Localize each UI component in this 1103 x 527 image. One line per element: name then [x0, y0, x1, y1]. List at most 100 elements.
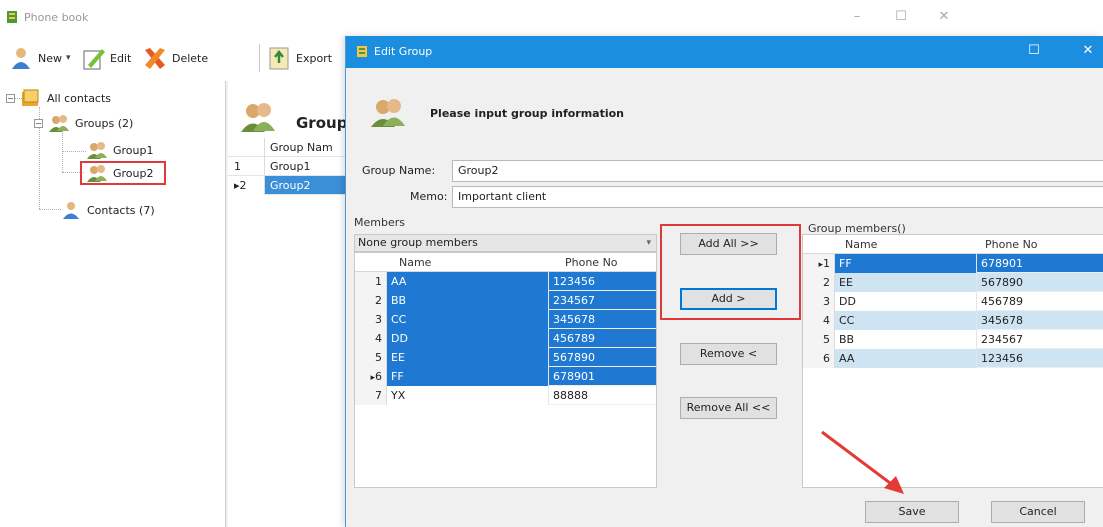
tree-node-group1[interactable]: Group1	[86, 140, 154, 160]
delete-icon	[145, 48, 165, 69]
members-filter-value: None group members	[358, 236, 478, 249]
row-index: ▸6	[355, 367, 387, 386]
phone-cell: 678901	[977, 254, 1103, 273]
group-name-cell: Group2	[270, 179, 311, 192]
maximize-button[interactable]: ☐	[887, 8, 915, 26]
phone-cell: 88888	[549, 386, 656, 405]
edit-icon	[83, 49, 105, 70]
phone-cell: 345678	[549, 310, 656, 329]
save-button[interactable]: Save	[865, 501, 959, 523]
row-index-text: 6	[823, 352, 830, 365]
red-arrow-annotation	[821, 430, 904, 494]
name-cell: EE	[835, 273, 977, 292]
name-cell: AA	[835, 349, 977, 368]
name-cell: FF	[387, 367, 549, 386]
dialog-titlebar: Edit Group ☐ ✕	[346, 36, 1103, 68]
panel-title: Group	[296, 114, 348, 132]
delete-button[interactable]: Delete	[142, 42, 208, 74]
name-cell: CC	[835, 311, 977, 330]
group-icon	[87, 142, 107, 159]
row-index: 3	[803, 292, 835, 311]
tree-node-groups[interactable]: − Groups (2)	[34, 113, 133, 133]
column-header-name: Name	[399, 256, 432, 269]
app-icon	[7, 11, 17, 23]
table-row[interactable]: 4 DD 456789	[355, 329, 656, 348]
column-header-group-name: Group Nam	[270, 141, 333, 154]
row-index-text: 1	[823, 257, 830, 270]
row-index: ▸1	[803, 254, 835, 273]
toolbar-separator	[259, 44, 260, 72]
tree-label-all-contacts: All contacts	[47, 91, 112, 105]
delete-button-label: Delete	[172, 51, 209, 65]
table-row[interactable]: 2 EE 567890	[803, 273, 1103, 292]
contacts-book-icon	[22, 89, 39, 106]
row-index-text: 7	[375, 389, 382, 402]
group-large-icon	[371, 99, 405, 127]
name-cell: DD	[387, 329, 549, 348]
group-name-input[interactable]: Group2	[452, 160, 1103, 182]
edit-button-label: Edit	[110, 51, 132, 65]
group-name-label: Group Name:	[362, 164, 436, 177]
column-header-phone: Phone No	[985, 238, 1038, 251]
group-icon	[49, 115, 69, 132]
name-cell: YX	[387, 386, 549, 405]
table-row[interactable]: 6 AA 123456	[803, 349, 1103, 368]
table-row[interactable]: 3 DD 456789	[803, 292, 1103, 311]
dialog-close-button[interactable]: ✕	[1076, 43, 1100, 58]
row-index: 1	[228, 157, 265, 176]
name-cell: BB	[835, 330, 977, 349]
row-index-text: 6	[375, 370, 382, 383]
name-cell: AA	[387, 272, 549, 291]
row-index-text: 4	[823, 314, 830, 327]
collapse-icon[interactable]: −	[6, 93, 15, 103]
new-button[interactable]: New ▾	[8, 42, 71, 74]
phone-cell: 456789	[977, 292, 1103, 311]
contacts-tree: − All contacts − Groups (2) Group1 Group…	[0, 81, 226, 527]
row-index-text: 2	[375, 294, 382, 307]
row-index: 4	[355, 329, 387, 348]
table-row[interactable]: 1 Group1	[228, 157, 345, 176]
table-row-selected[interactable]: ▸2 Group2	[228, 176, 345, 195]
phone-cell: 123456	[549, 272, 656, 291]
cancel-button[interactable]: Cancel	[991, 501, 1085, 523]
row-index: 1	[355, 272, 387, 291]
remove-button[interactable]: Remove <	[680, 343, 777, 365]
group-grid-header: Group Nam	[228, 138, 345, 157]
close-button[interactable]: ✕	[930, 8, 958, 26]
export-icon	[269, 47, 289, 70]
row-index: 2	[355, 291, 387, 310]
table-row[interactable]: ▸1 FF 678901	[803, 254, 1103, 273]
dialog-maximize-button[interactable]: ☐	[1022, 43, 1046, 58]
table-row[interactable]: 4 CC 345678	[803, 311, 1103, 330]
export-button[interactable]: Export	[266, 42, 332, 74]
name-cell: DD	[835, 292, 977, 311]
table-row[interactable]: 7 YX 88888	[355, 386, 656, 405]
members-filter-select[interactable]: None group members ▾	[354, 234, 657, 252]
tree-node-all-contacts[interactable]: − All contacts	[6, 88, 111, 108]
table-row[interactable]: 1 AA 123456	[355, 272, 656, 291]
main-titlebar: Phone book – ☐ ✕	[0, 0, 975, 36]
grid-header: Name Phone No	[355, 253, 656, 272]
name-cell: BB	[387, 291, 549, 310]
memo-input[interactable]: Important client	[452, 186, 1103, 208]
edit-button[interactable]: Edit	[80, 42, 131, 74]
table-row[interactable]: 5 EE 567890	[355, 348, 656, 367]
table-row[interactable]: 2 BB 234567	[355, 291, 656, 310]
chevron-down-icon: ▾	[646, 238, 651, 248]
collapse-icon[interactable]: −	[34, 118, 43, 128]
phone-cell: 234567	[977, 330, 1103, 349]
table-row[interactable]: ▸6 FF 678901	[355, 367, 656, 386]
row-index-text: 1	[375, 275, 382, 288]
row-index: 5	[355, 348, 387, 367]
tree-connector	[39, 209, 61, 210]
members-label: Members	[354, 216, 405, 229]
remove-all-button[interactable]: Remove All <<	[680, 397, 777, 419]
table-row[interactable]: 5 BB 234567	[803, 330, 1103, 349]
table-row[interactable]: 3 CC 345678	[355, 310, 656, 329]
tree-node-contacts[interactable]: Contacts (7)	[60, 200, 155, 220]
tree-connector	[62, 133, 63, 172]
minimize-button[interactable]: –	[843, 8, 871, 26]
row-index: 4	[803, 311, 835, 330]
dialog-header: Please input group information	[370, 98, 624, 128]
row-index: 2	[803, 273, 835, 292]
